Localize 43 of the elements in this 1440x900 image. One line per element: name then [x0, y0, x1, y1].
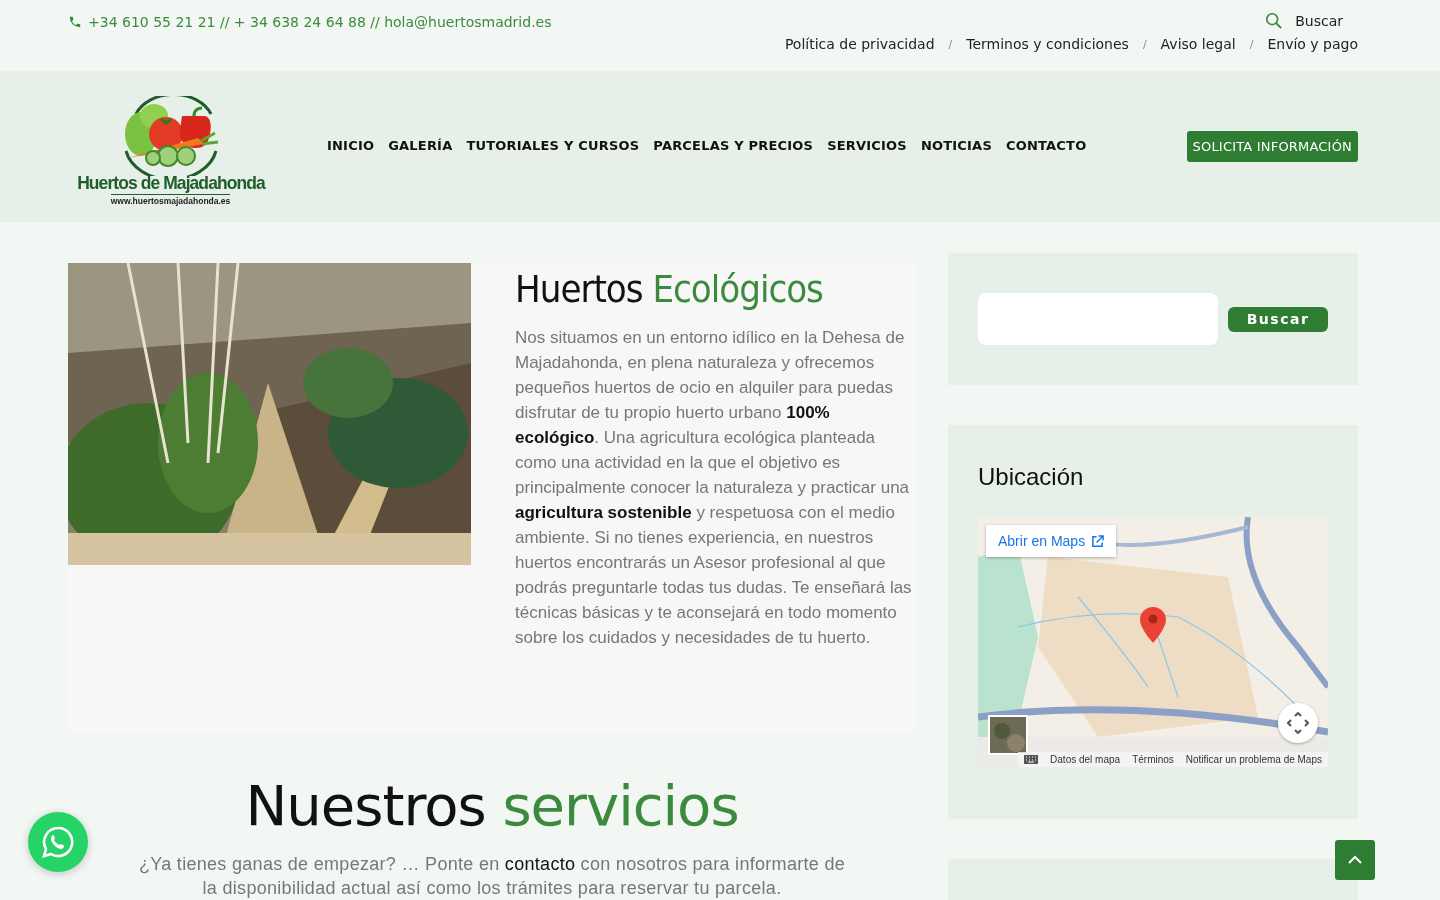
section-heading: Nuestros servicios — [244, 773, 740, 838]
nav-link[interactable]: NOTICIAS — [920, 134, 992, 159]
chevron-up-icon — [1348, 855, 1362, 865]
nav-link[interactable]: GALERÍA — [388, 134, 453, 159]
separator: / — [1142, 37, 1147, 51]
nav-link[interactable]: INICIO — [327, 134, 375, 159]
keyboard-icon[interactable] — [1024, 755, 1039, 764]
nav-link[interactable]: CONTACTO — [1005, 134, 1087, 159]
separator: / — [948, 37, 953, 51]
location-map[interactable]: Abrir en Maps Datos del mapa Términos Notificar un problema de Maps — [978, 517, 1328, 767]
open-in-maps-button[interactable]: Abrir en Maps — [986, 525, 1117, 557]
footer-link[interactable]: Terminos y condiciones — [966, 36, 1129, 52]
nav-link[interactable]: PARCELAS Y PRECIOS — [653, 134, 814, 159]
intro-paragraph: Nos situamos en un entorno idílico en la Dehesa de Majadahonda, en plena naturaleza y ofrecemos pequeños huertos de ocio en alquiler para puedas disfrutar de tu propio huerto urbano 100% ecológico. Una agricultura ecológica planteada como una actividad en la que el objetivo es principalmente conocer la naturaleza y practicar una agricultura sostenible y respetuosa con el medio ambiente. Si no tienes experiencia, en nuestros huertos encontrarás un Asesor profesional al que podrás preguntarle todas tus dudas. Te enseñará las técnicas básicas y te aconsejará en todo momento sobre los cuidados y necesidades de tu huerto. — [515, 327, 913, 649]
search-field[interactable] — [978, 293, 1218, 345]
search-button[interactable]: Buscar — [1228, 306, 1328, 332]
services-paragraph: ¿Ya tienes ganas de empezar? … Ponte en contacto con nosotros para informarte de la disponibilidad actual así como los trámites para reservar tu parcela. — [138, 853, 846, 900]
search-link[interactable]: Buscar — [1295, 13, 1343, 29]
separator: / — [1249, 37, 1254, 51]
external-link-icon — [1091, 534, 1105, 548]
map-pin-icon[interactable] — [1140, 607, 1166, 643]
map-footer-link[interactable]: Datos del mapa — [1050, 754, 1121, 765]
site-logo[interactable]: Huertos de Majadahonda www.huertosmajadahonda.es — [68, 87, 273, 206]
search-icon[interactable] — [1265, 12, 1284, 30]
chat-phone-icon — [41, 825, 75, 859]
section-heading: Huertos Ecológicos — [515, 267, 824, 311]
back-to-top-button[interactable] — [1335, 840, 1375, 880]
map-footer-link[interactable]: Términos — [1132, 754, 1174, 765]
footer-link[interactable]: Aviso legal — [1160, 36, 1236, 52]
logo-name: Huertos de Majadahonda — [76, 171, 265, 194]
contact-info: +34 610 55 21 21 // + 34 638 24 64 88 // hola@huertosmadrid.es — [88, 14, 552, 30]
panel-title: Ubicación — [978, 463, 1085, 491]
nav-link[interactable]: TUTORIALES Y CURSOS — [466, 134, 640, 159]
arrows-icon — [1287, 712, 1309, 734]
footer-link[interactable]: Envío y pago — [1267, 36, 1358, 52]
map-footer-link[interactable]: Notificar un problema de Maps — [1185, 754, 1322, 765]
phone-icon — [68, 15, 82, 29]
satellite-thumbnail-icon[interactable] — [990, 717, 1026, 753]
request-info-button[interactable]: SOLICITA INFORMACIÓN — [1186, 131, 1358, 162]
footer-link[interactable]: Política de privacidad — [784, 36, 935, 52]
logo-url: www.huertosmajadahonda.es — [110, 193, 231, 206]
nav-link[interactable]: SERVICIOS — [827, 134, 907, 159]
contact-link[interactable]: contacto — [504, 854, 576, 874]
